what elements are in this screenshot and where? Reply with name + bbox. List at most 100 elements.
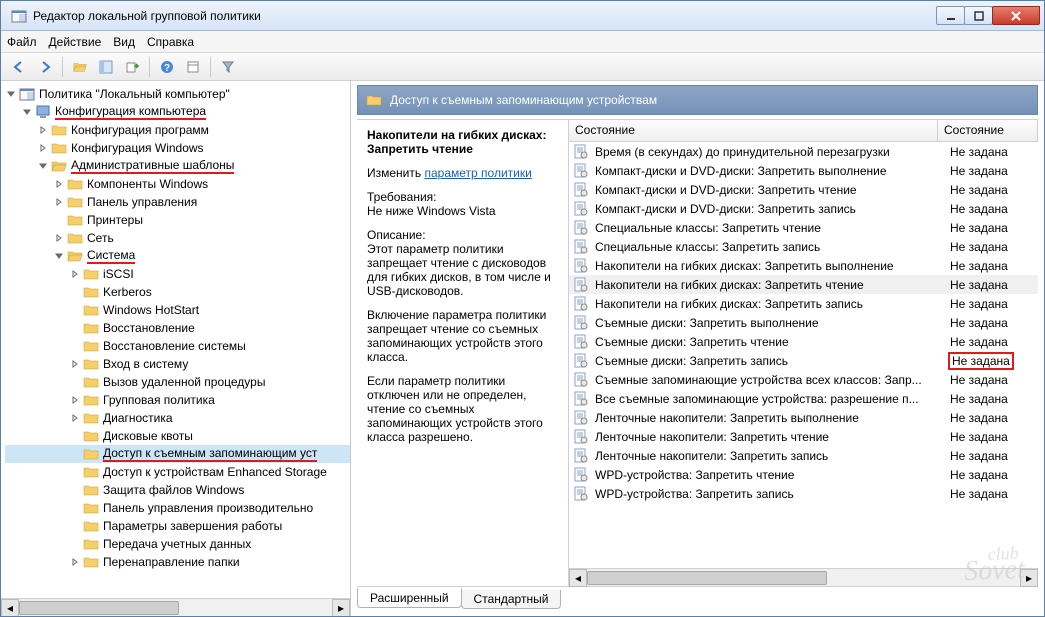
edit-policy-link[interactable]: параметр политики xyxy=(424,166,531,180)
policy-row[interactable]: WPD-устройства: Запретить записьНе задан… xyxy=(569,484,1038,503)
tree-admin-templates[interactable]: Административные шаблоны xyxy=(71,158,234,174)
tree-root[interactable]: Политика "Локальный компьютер" xyxy=(39,87,230,101)
scroll-thumb[interactable] xyxy=(19,601,179,615)
policy-row[interactable]: Компакт-диски и DVD-диски: Запретить зап… xyxy=(569,199,1038,218)
expand-icon[interactable] xyxy=(69,394,81,406)
policy-icon xyxy=(573,296,589,312)
col-state-2[interactable]: Состояние xyxy=(938,120,1038,141)
tree-item[interactable]: Компоненты Windows xyxy=(87,177,208,191)
policy-row[interactable]: Съемные диски: Запретить записьНе задана xyxy=(569,351,1038,370)
tree-item[interactable]: Доступ к устройствам Enhanced Storage xyxy=(103,465,327,479)
menu-action[interactable]: Действие xyxy=(49,35,102,49)
policy-row[interactable]: Ленточные накопители: Запретить записьНе… xyxy=(569,446,1038,465)
description-pane: Накопители на гибких дисках: Запретить ч… xyxy=(357,120,569,586)
minimize-button[interactable] xyxy=(936,6,965,25)
policy-row[interactable]: Накопители на гибких дисках: Запретить в… xyxy=(569,256,1038,275)
tree-item[interactable]: Параметры завершения работы xyxy=(103,519,282,533)
expand-icon[interactable] xyxy=(69,556,81,568)
policy-row[interactable]: Накопители на гибких дисках: Запретить ч… xyxy=(569,275,1038,294)
maximize-button[interactable] xyxy=(964,6,993,25)
app-icon xyxy=(11,8,27,24)
expand-icon[interactable] xyxy=(21,106,33,118)
policy-row[interactable]: Съемные запоминающие устройства всех кла… xyxy=(569,370,1038,389)
expand-icon[interactable] xyxy=(37,124,49,136)
tree-item[interactable]: Восстановление xyxy=(103,321,195,335)
tree-item[interactable]: Конфигурация Windows xyxy=(71,141,204,155)
scroll-right-icon[interactable]: ▸ xyxy=(332,599,350,616)
expand-icon[interactable] xyxy=(53,232,65,244)
expand-icon[interactable] xyxy=(69,358,81,370)
tab-standard[interactable]: Стандартный xyxy=(461,590,562,609)
tree-item[interactable]: Панель управления xyxy=(87,195,197,209)
show-tree-button[interactable] xyxy=(94,55,118,79)
tab-extended[interactable]: Расширенный xyxy=(357,588,462,608)
tree-item[interactable]: Панель управления производительно xyxy=(103,501,313,515)
expand-icon[interactable] xyxy=(37,142,49,154)
scroll-left-icon[interactable]: ◂ xyxy=(1,599,19,616)
policy-row[interactable]: Все съемные запоминающие устройства: раз… xyxy=(569,389,1038,408)
tree-item[interactable]: Перенаправление папки xyxy=(103,555,240,569)
tree-item[interactable]: Диагностика xyxy=(103,411,173,425)
policy-row[interactable]: Ленточные накопители: Запретить выполнен… xyxy=(569,408,1038,427)
policy-row[interactable]: Компакт-диски и DVD-диски: Запретить чте… xyxy=(569,180,1038,199)
tree-item[interactable]: Вход в систему xyxy=(103,357,188,371)
tree-system[interactable]: Система xyxy=(87,248,135,264)
tree-item[interactable]: Защита файлов Windows xyxy=(103,483,244,497)
expand-icon[interactable] xyxy=(37,160,49,172)
tree-item[interactable]: Сеть xyxy=(87,231,114,245)
menu-file[interactable]: Файл xyxy=(7,35,37,49)
folder-icon xyxy=(67,230,83,246)
content-title: Доступ к съемным запоминающим устройства… xyxy=(390,93,657,107)
tree-hscrollbar[interactable]: ◂ ▸ xyxy=(1,598,350,616)
tree-item[interactable]: Конфигурация программ xyxy=(71,123,209,137)
scroll-right-icon[interactable]: ▸ xyxy=(1020,569,1038,587)
policy-list[interactable]: Время (в секундах) до принудительной пер… xyxy=(569,142,1038,566)
export-button[interactable] xyxy=(120,55,144,79)
list-header: Состояние Состояние xyxy=(569,120,1038,142)
policy-row[interactable]: Специальные классы: Запретить записьНе з… xyxy=(569,237,1038,256)
tree-removable[interactable]: Доступ к съемным запоминающим уст xyxy=(103,446,317,462)
scroll-thumb[interactable] xyxy=(587,571,827,585)
tree-comp-config[interactable]: Конфигурация компьютера xyxy=(55,104,206,120)
policy-icon xyxy=(573,372,589,388)
expand-icon[interactable] xyxy=(5,88,17,100)
policy-row[interactable]: Время (в секундах) до принудительной пер… xyxy=(569,142,1038,161)
tree-item[interactable]: Принтеры xyxy=(87,213,143,227)
filter-button[interactable] xyxy=(216,55,240,79)
up-button[interactable] xyxy=(68,55,92,79)
forward-button[interactable] xyxy=(33,55,57,79)
col-state-1[interactable]: Состояние xyxy=(569,120,938,141)
policy-row[interactable]: Накопители на гибких дисках: Запретить з… xyxy=(569,294,1038,313)
policy-row[interactable]: Компакт-диски и DVD-диски: Запретить вып… xyxy=(569,161,1038,180)
policy-row[interactable]: Съемные диски: Запретить выполнениеНе за… xyxy=(569,313,1038,332)
tree-item[interactable]: Дисковые квоты xyxy=(103,429,193,443)
expand-icon[interactable] xyxy=(53,178,65,190)
policy-row[interactable]: WPD-устройства: Запретить чтениеНе задан… xyxy=(569,465,1038,484)
help-button[interactable]: ? xyxy=(155,55,179,79)
tree-item[interactable]: Вызов удаленной процедуры xyxy=(103,375,265,389)
expand-icon[interactable] xyxy=(69,412,81,424)
close-button[interactable] xyxy=(992,6,1040,25)
tree-item[interactable]: Восстановление системы xyxy=(103,339,246,353)
tree-item[interactable]: Windows HotStart xyxy=(103,303,199,317)
properties-button[interactable] xyxy=(181,55,205,79)
folder-icon xyxy=(67,212,83,228)
tree[interactable]: Политика "Локальный компьютер" Конфигура… xyxy=(1,81,350,598)
policy-row[interactable]: Ленточные накопители: Запретить чтениеНе… xyxy=(569,427,1038,446)
policy-row[interactable]: Специальные классы: Запретить чтениеНе з… xyxy=(569,218,1038,237)
tree-item[interactable]: Kerberos xyxy=(103,285,152,299)
tree-item[interactable]: Передача учетных данных xyxy=(103,537,251,551)
menu-help[interactable]: Справка xyxy=(147,35,194,49)
folder-open-icon xyxy=(67,248,83,264)
folder-icon xyxy=(83,302,99,318)
back-button[interactable] xyxy=(7,55,31,79)
list-hscrollbar[interactable]: ◂ ▸ xyxy=(569,568,1038,586)
policy-row[interactable]: Съемные диски: Запретить чтениеНе задана xyxy=(569,332,1038,351)
expand-icon[interactable] xyxy=(53,250,65,262)
scroll-left-icon[interactable]: ◂ xyxy=(569,569,587,587)
tree-item[interactable]: Групповая политика xyxy=(103,393,215,407)
tree-item[interactable]: iSCSI xyxy=(103,267,134,281)
expand-icon[interactable] xyxy=(69,268,81,280)
expand-icon[interactable] xyxy=(53,196,65,208)
menu-view[interactable]: Вид xyxy=(113,35,135,49)
